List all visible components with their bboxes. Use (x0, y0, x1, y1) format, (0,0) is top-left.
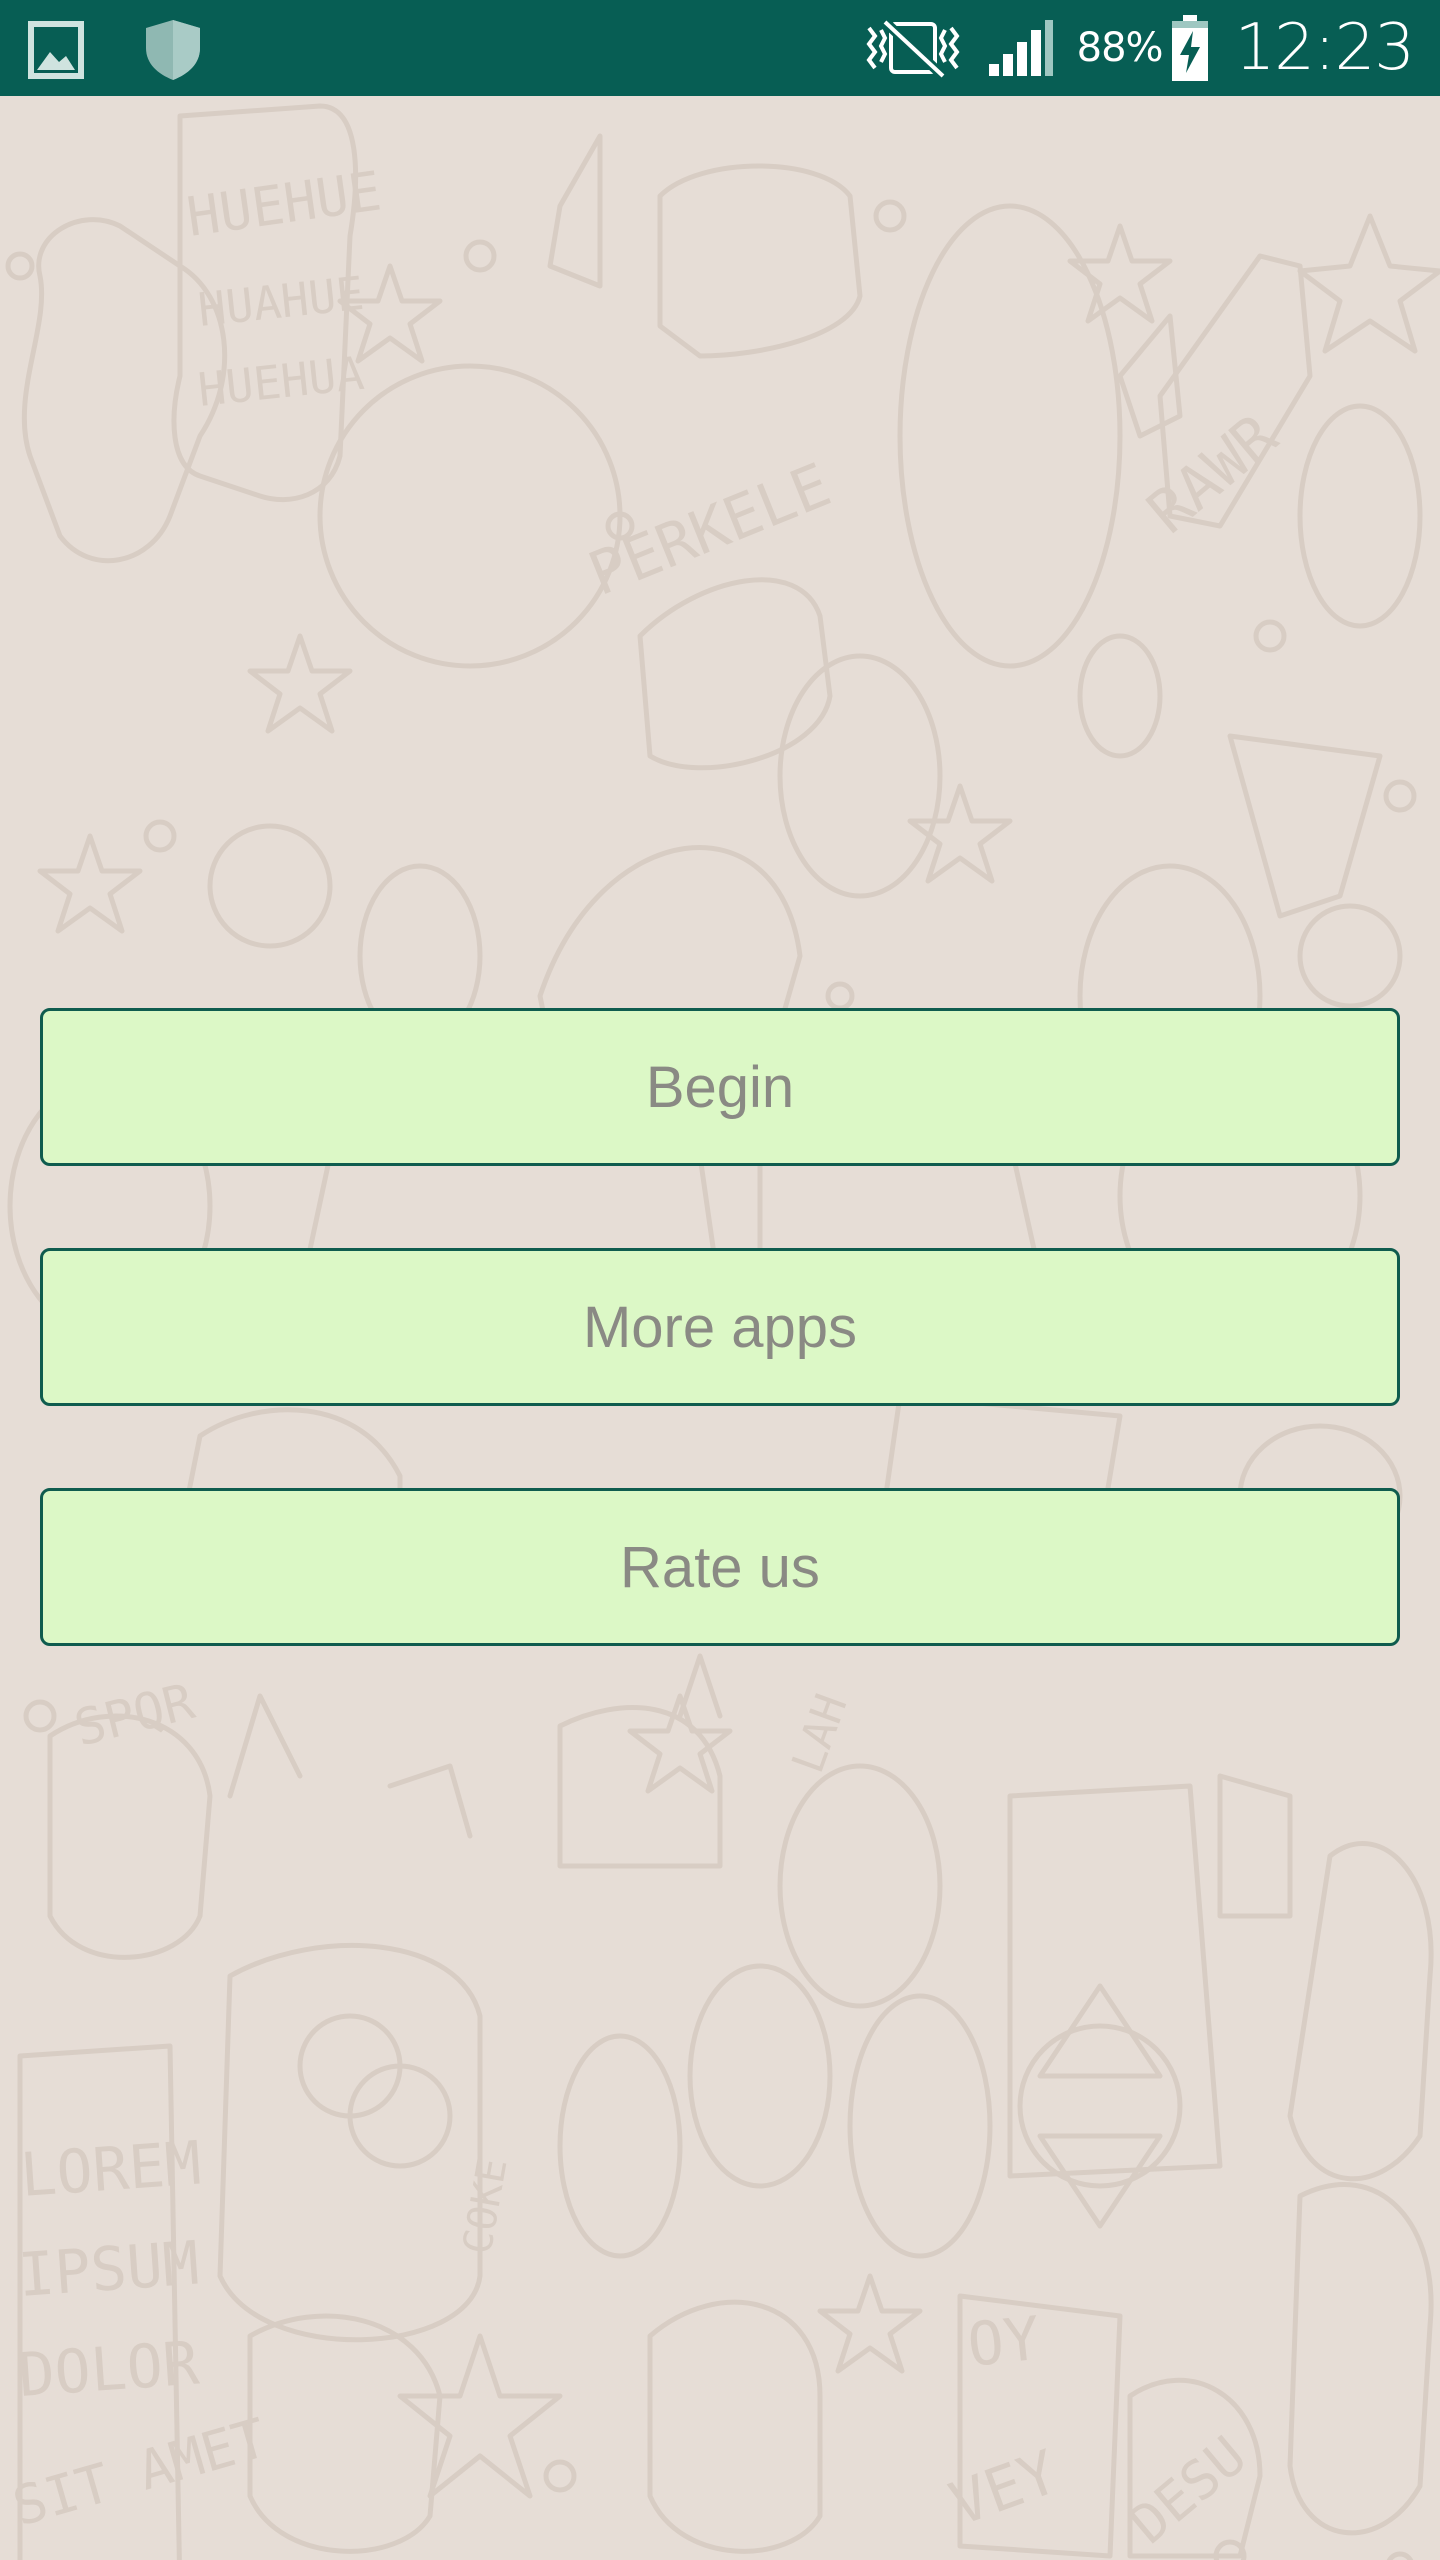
status-bar-left (28, 18, 204, 82)
svg-text:DESU: DESU (1118, 2424, 1258, 2556)
svg-text:COKE: COKE (455, 2155, 517, 2258)
clock: 12:23 (1234, 11, 1415, 85)
svg-text:SIT AMET: SIT AMET (6, 2406, 273, 2538)
svg-text:LOREM: LOREM (18, 2129, 203, 2211)
rate-us-button[interactable]: Rate us (40, 1488, 1400, 1646)
svg-text:IPSUM: IPSUM (16, 2229, 201, 2311)
svg-text:PERKELE: PERKELE (579, 450, 840, 610)
battery-charging-icon (1171, 15, 1208, 81)
svg-text:SPQR: SPQR (69, 1672, 201, 1758)
svg-text:OY: OY (964, 2304, 1043, 2381)
app-screen: 88% 12:23 HUEHUE HUAHUE HUEHUA PERKELE R… (0, 0, 1440, 2560)
status-bar-right: 88% 12:23 (865, 0, 1415, 96)
battery-percent: 88% (1076, 25, 1164, 71)
signal-icon (988, 20, 1053, 76)
svg-text:HUAHUE: HUAHUE (196, 266, 367, 337)
begin-button[interactable]: Begin (40, 1008, 1400, 1166)
gallery-icon (28, 21, 84, 79)
shield-icon (146, 20, 200, 80)
status-bar: 88% 12:23 (0, 0, 1440, 96)
svg-text:DOLOR: DOLOR (16, 2328, 202, 2410)
vibrate-mute-icon (866, 18, 960, 80)
more-apps-button[interactable]: More apps (40, 1248, 1400, 1406)
svg-text:HUEHUE: HUEHUE (183, 159, 385, 249)
